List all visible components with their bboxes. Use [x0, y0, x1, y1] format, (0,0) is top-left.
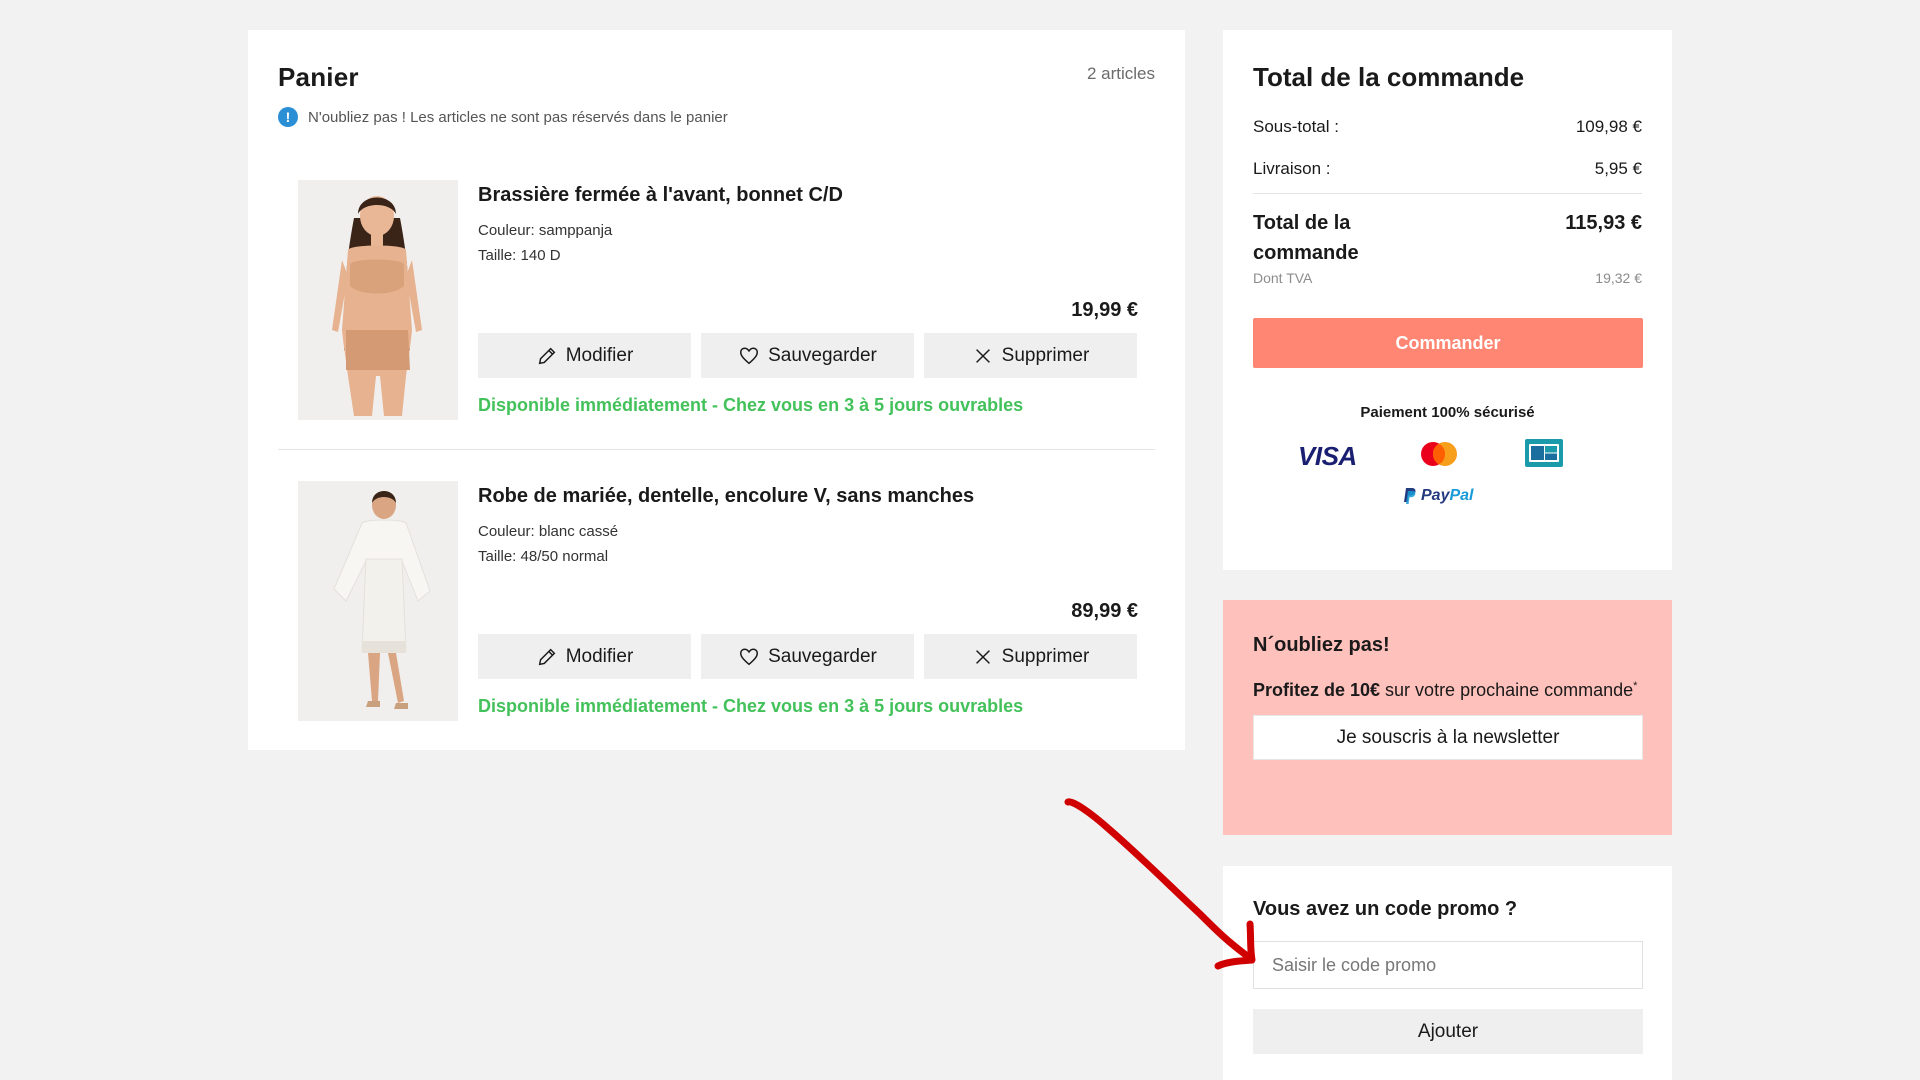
- subtotal-label: Sous-total :: [1253, 117, 1339, 136]
- save-label: Sauvegarder: [768, 344, 877, 366]
- item-name[interactable]: Robe de mariée, dentelle, encolure V, sa…: [478, 485, 1138, 508]
- summary-divider: [1253, 193, 1642, 194]
- total-label: Total de la commande: [1253, 212, 1359, 264]
- cart-panel: Panier 2 articles ! N'oubliez pas ! Les …: [248, 30, 1185, 750]
- pencil-icon: [538, 648, 556, 665]
- vat-row: Dont TVA 19,32 €: [1253, 270, 1642, 286]
- product-image-bra: [298, 180, 458, 420]
- secure-payment-label: Paiement 100% sécurisé: [1360, 404, 1535, 421]
- remove-label: Supprimer: [1001, 645, 1090, 667]
- payment-logos: VISA Pay Pal: [1253, 433, 1642, 543]
- shipping-row: Livraison : 5,95 €: [1253, 159, 1642, 179]
- edit-button[interactable]: Modifier: [478, 634, 691, 679]
- total-row: Total de la commande 115,93 €: [1253, 208, 1642, 268]
- subtotal-row: Sous-total : 109,98 €: [1253, 117, 1642, 137]
- remove-button[interactable]: Supprimer: [924, 634, 1137, 679]
- heart-icon: [740, 346, 759, 364]
- heart-icon: [740, 647, 759, 665]
- newsletter-title: N´oubliez pas!: [1253, 634, 1390, 656]
- paypal-logo: Pay Pal: [1403, 487, 1473, 505]
- shipping-label: Livraison :: [1253, 159, 1331, 178]
- mastercard-logo: [1416, 439, 1462, 469]
- shipping-value: 5,95 €: [1594, 159, 1642, 178]
- add-promo-button[interactable]: Ajouter: [1253, 1009, 1643, 1054]
- cart-notice: ! N'oubliez pas ! Les articles ne sont p…: [278, 107, 1155, 127]
- cb-logo: [1525, 439, 1563, 467]
- paypal-text-pal: Pal: [1449, 487, 1474, 504]
- remove-label: Supprimer: [1001, 344, 1090, 366]
- newsletter-body-text: sur votre prochaine commande: [1380, 680, 1634, 700]
- paypal-icon: [1404, 488, 1416, 504]
- item-details: Robe de mariée, dentelle, encolure V, sa…: [478, 481, 1138, 721]
- cart-header: Panier 2 articles: [278, 60, 1155, 93]
- newsletter-asterisk: *: [1633, 680, 1638, 692]
- promo-title: Vous avez un code promo ?: [1253, 898, 1518, 920]
- item-name[interactable]: Brassière fermée à l'avant, bonnet C/D: [478, 184, 1138, 207]
- item-actions: Modifier Sauvegarder Supprimer: [478, 634, 1137, 679]
- newsletter-subscribe-button[interactable]: Je souscris à la newsletter: [1253, 715, 1643, 760]
- checkout-page: Panier 2 articles ! N'oubliez pas ! Les …: [0, 0, 1920, 1080]
- vat-label: Dont TVA: [1253, 270, 1313, 286]
- close-icon: [975, 649, 990, 664]
- product-image[interactable]: [298, 180, 458, 420]
- availability-status: Disponible immédiatement - Chez vous en …: [478, 395, 1024, 415]
- cart-item-count: 2 articles: [1086, 64, 1155, 83]
- cart-item: Robe de mariée, dentelle, encolure V, sa…: [298, 481, 1138, 721]
- edit-label: Modifier: [565, 645, 634, 667]
- summary-title: Total de la commande: [1253, 62, 1525, 92]
- product-image-dress: [298, 481, 458, 721]
- newsletter-text: Profitez de 10€ sur votre prochaine comm…: [1253, 671, 1642, 705]
- edit-button[interactable]: Modifier: [478, 333, 691, 378]
- cart-notice-text: N'oubliez pas ! Les articles ne sont pas…: [308, 108, 728, 126]
- item-size: Taille: 140 D: [478, 247, 561, 264]
- promo-code-input[interactable]: [1253, 941, 1643, 989]
- newsletter-bold-text: Profitez de 10€: [1253, 680, 1381, 700]
- cart-title: Panier: [278, 62, 359, 92]
- pencil-icon: [538, 347, 556, 364]
- availability-status: Disponible immédiatement - Chez vous en …: [478, 696, 1024, 716]
- close-icon: [975, 348, 990, 363]
- item-color: Couleur: samppanja: [478, 222, 613, 239]
- promo-code-panel: Vous avez un code promo ? Ajouter: [1223, 866, 1672, 1080]
- order-summary-panel: Total de la commande Sous-total : 109,98…: [1223, 30, 1672, 570]
- save-button[interactable]: Sauvegarder: [701, 333, 914, 378]
- item-color: Couleur: blanc cassé: [478, 523, 619, 540]
- product-image[interactable]: [298, 481, 458, 721]
- item-price: 19,99 €: [1071, 299, 1138, 321]
- total-value: 115,93 €: [1565, 212, 1642, 234]
- visa-logo: VISA: [1298, 441, 1357, 471]
- info-icon: !: [278, 107, 298, 127]
- item-price: 89,99 €: [1071, 600, 1138, 622]
- item-actions: Modifier Sauvegarder Supprimer: [478, 333, 1137, 378]
- subtotal-value: 109,98 €: [1575, 117, 1642, 136]
- newsletter-panel: N´oubliez pas! Profitez de 10€ sur votre…: [1223, 600, 1672, 835]
- item-divider: [278, 449, 1155, 450]
- save-label: Sauvegarder: [768, 645, 877, 667]
- save-button[interactable]: Sauvegarder: [701, 634, 914, 679]
- order-button[interactable]: Commander: [1253, 318, 1643, 368]
- cart-item: Brassière fermée à l'avant, bonnet C/D C…: [298, 180, 1138, 420]
- remove-button[interactable]: Supprimer: [924, 333, 1137, 378]
- item-details: Brassière fermée à l'avant, bonnet C/D C…: [478, 180, 1138, 420]
- edit-label: Modifier: [565, 344, 634, 366]
- paypal-text-pay: Pay: [1421, 487, 1450, 504]
- vat-value: 19,32 €: [1595, 270, 1642, 286]
- item-size: Taille: 48/50 normal: [478, 548, 609, 565]
